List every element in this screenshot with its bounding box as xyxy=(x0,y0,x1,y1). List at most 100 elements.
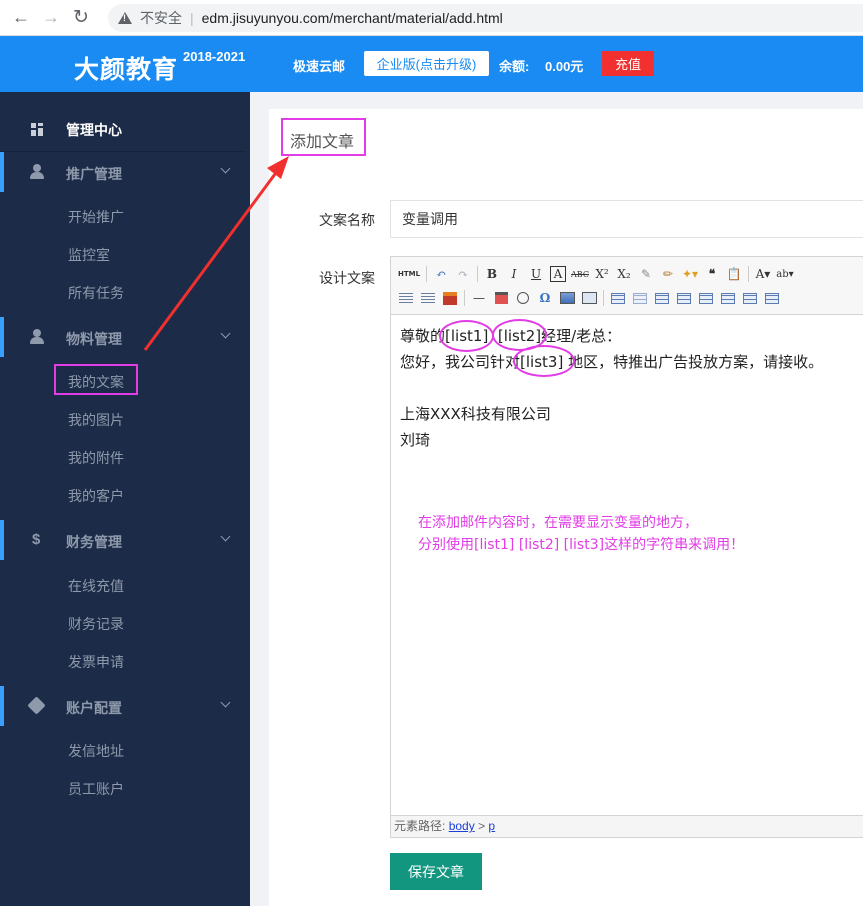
path-body-link[interactable]: body xyxy=(449,819,475,833)
path-separator: > xyxy=(478,819,486,833)
content-line-signer: 刘琦 xyxy=(400,431,431,449)
sidebar-item-my-images[interactable]: 我的图片 xyxy=(68,410,124,430)
save-article-button[interactable]: 保存文章 xyxy=(390,853,482,890)
text: 您好，我公司针对 xyxy=(400,353,521,371)
deletetable-icon[interactable] xyxy=(629,288,651,308)
recharge-button[interactable]: 充值 xyxy=(602,51,654,76)
path-label: 元素路径: xyxy=(394,819,446,833)
content-line-company: 上海XXX科技有限公司 xyxy=(400,405,551,423)
mergecells-icon[interactable] xyxy=(739,288,761,308)
top-header: 大颜教育 2018-2021 极速云邮 企业版(点击升级) 余额: 0.00元 … xyxy=(0,36,863,92)
autotypeset-icon[interactable]: ✦▾ xyxy=(679,264,701,284)
address-bar[interactable]: 不安全 | edm.jisuyunyou.com/merchant/materi… xyxy=(108,4,863,32)
copy-name-input[interactable]: 变量调用 xyxy=(390,200,863,238)
sidebar-item-finance-records[interactable]: 财务记录 xyxy=(68,614,124,634)
splitcells-icon[interactable] xyxy=(761,288,783,308)
rowspacing-icon[interactable] xyxy=(417,288,439,308)
annotation-note: 在添加邮件内容时，在需要显示变量的地方， 分别使用[list1] [list2]… xyxy=(418,512,744,556)
chevron-down-icon xyxy=(220,328,231,339)
specialchars-icon[interactable]: Ω xyxy=(534,288,556,308)
sidebar-group-label: 财务管理 xyxy=(66,534,122,550)
content-line-2: 您好，我公司针对[list3] 地区，特推出广告投放方案，请接收。 xyxy=(400,345,863,377)
back-arrow-icon[interactable]: ← xyxy=(6,0,36,36)
sidebar-item-staff-accounts[interactable]: 员工账户 xyxy=(68,779,124,799)
backcolor-icon[interactable]: ab▾ xyxy=(774,264,796,284)
service-name: 极速云邮 xyxy=(293,59,346,74)
italic-icon[interactable]: I xyxy=(503,264,525,284)
name-label: 文案名称 xyxy=(319,212,375,228)
sidebar-group-promotion[interactable]: 推广管理 xyxy=(0,152,250,192)
sidebar-item-my-customers[interactable]: 我的客户 xyxy=(68,486,124,506)
lineheight-icon[interactable] xyxy=(395,288,417,308)
snapscreen-icon[interactable] xyxy=(578,288,600,308)
strikethrough-icon[interactable]: ABC xyxy=(569,264,591,284)
undo-icon[interactable]: ↶ xyxy=(430,264,452,284)
reload-icon[interactable]: ↻ xyxy=(66,0,96,36)
editor-content[interactable]: 尊敬的[list1] [list2] 经理/老总： 您好，我公司针对[list3]… xyxy=(400,319,863,453)
insertcol-icon[interactable] xyxy=(695,288,717,308)
user-icon xyxy=(30,164,44,180)
path-p-link[interactable]: p xyxy=(488,819,495,833)
rich-text-editor[interactable]: HTML ↶ ↷ B I U A ABC X² X₂ ✎ ✏ ✦▾ ❝ 📋 A▾… xyxy=(390,256,863,838)
sidebar-item-online-recharge[interactable]: 在线充值 xyxy=(68,576,124,596)
brand-logo[interactable]: 大颜教育 xyxy=(74,50,178,86)
highlight-box xyxy=(54,364,138,395)
superscript-icon[interactable]: X² xyxy=(591,264,613,284)
browser-toolbar: ← → ↻ 不安全 | edm.jisuyunyou.com/merchant/… xyxy=(0,0,863,36)
deletecol-icon[interactable] xyxy=(717,288,739,308)
insertrow-icon[interactable] xyxy=(651,288,673,308)
underline-icon[interactable]: U xyxy=(525,264,547,284)
sidebar-item-all-tasks[interactable]: 所有任务 xyxy=(68,283,124,303)
url-text[interactable]: edm.jisuyunyou.com/merchant/material/add… xyxy=(202,10,503,26)
variable-list3: [list3] xyxy=(513,345,576,377)
eraser-icon[interactable]: ✎ xyxy=(635,264,657,284)
sidebar-item-home[interactable]: 管理中心 xyxy=(0,106,245,152)
html-icon[interactable]: HTML xyxy=(395,264,423,284)
page-title: 添加文章 xyxy=(290,134,355,151)
inserttable-icon[interactable] xyxy=(607,288,629,308)
deleterow-icon[interactable] xyxy=(673,288,695,308)
forecolor-icon[interactable]: A▾ xyxy=(752,264,774,284)
ellipse-highlight xyxy=(513,345,576,377)
sidebar-group-materials[interactable]: 物料管理 xyxy=(0,317,250,357)
dollar-icon: $ xyxy=(32,531,41,548)
date-icon[interactable] xyxy=(490,288,512,308)
warning-icon xyxy=(118,12,132,24)
insertimage-icon[interactable] xyxy=(439,288,461,308)
chevron-down-icon xyxy=(220,163,231,174)
horizontal-icon[interactable]: — xyxy=(468,288,490,308)
subscript-icon[interactable]: X₂ xyxy=(613,264,635,284)
sidebar-item-sender-address[interactable]: 发信地址 xyxy=(68,741,124,761)
pasteplain-icon[interactable]: 📋 xyxy=(723,264,745,284)
sidebar-group-label: 推广管理 xyxy=(66,166,122,182)
sidebar-group-account[interactable]: 账户配置 xyxy=(0,686,250,726)
ellipse-highlight xyxy=(439,320,495,352)
brand-years: 2018-2021 xyxy=(183,49,246,64)
blockquote-icon[interactable]: ❝ xyxy=(701,264,723,284)
sidebar-item-start-promotion[interactable]: 开始推广 xyxy=(68,207,124,227)
fontborder-icon[interactable]: A xyxy=(550,266,566,282)
sidebar-item-monitor[interactable]: 监控室 xyxy=(68,245,110,265)
chevron-down-icon xyxy=(220,531,231,542)
sidebar-item-invoice[interactable]: 发票申请 xyxy=(68,652,124,672)
security-label: 不安全 xyxy=(140,10,182,26)
content-line-1: 尊敬的[list1] [list2] 经理/老总： xyxy=(400,319,863,352)
editor-toolbar: HTML ↶ ↷ B I U A ABC X² X₂ ✎ ✏ ✦▾ ❝ 📋 A▾… xyxy=(391,257,863,315)
sidebar-group-label: 账户配置 xyxy=(66,700,122,716)
forward-arrow-icon[interactable]: → xyxy=(36,0,66,36)
bold-icon[interactable]: B xyxy=(481,264,503,284)
element-path-bar: 元素路径: body > p xyxy=(391,815,863,837)
attachment-icon[interactable] xyxy=(556,288,578,308)
time-icon[interactable] xyxy=(512,288,534,308)
sidebar-group-finance[interactable]: $ 财务管理 xyxy=(0,520,250,560)
user-icon xyxy=(30,329,44,345)
sidebar: 管理中心 推广管理 开始推广 监控室 所有任务 物料管理 我的文案 我的图片 我… xyxy=(0,92,250,906)
url-separator: | xyxy=(190,10,194,26)
text: 地区，特推出广告投放方案，请接收。 xyxy=(568,353,824,371)
redo-icon[interactable]: ↷ xyxy=(452,264,474,284)
upgrade-button[interactable]: 企业版(点击升级) xyxy=(364,51,489,76)
tag-icon xyxy=(27,696,46,715)
design-label: 设计文案 xyxy=(319,270,375,286)
sidebar-item-my-attachments[interactable]: 我的附件 xyxy=(68,448,124,468)
formatbrush-icon[interactable]: ✏ xyxy=(657,264,679,284)
